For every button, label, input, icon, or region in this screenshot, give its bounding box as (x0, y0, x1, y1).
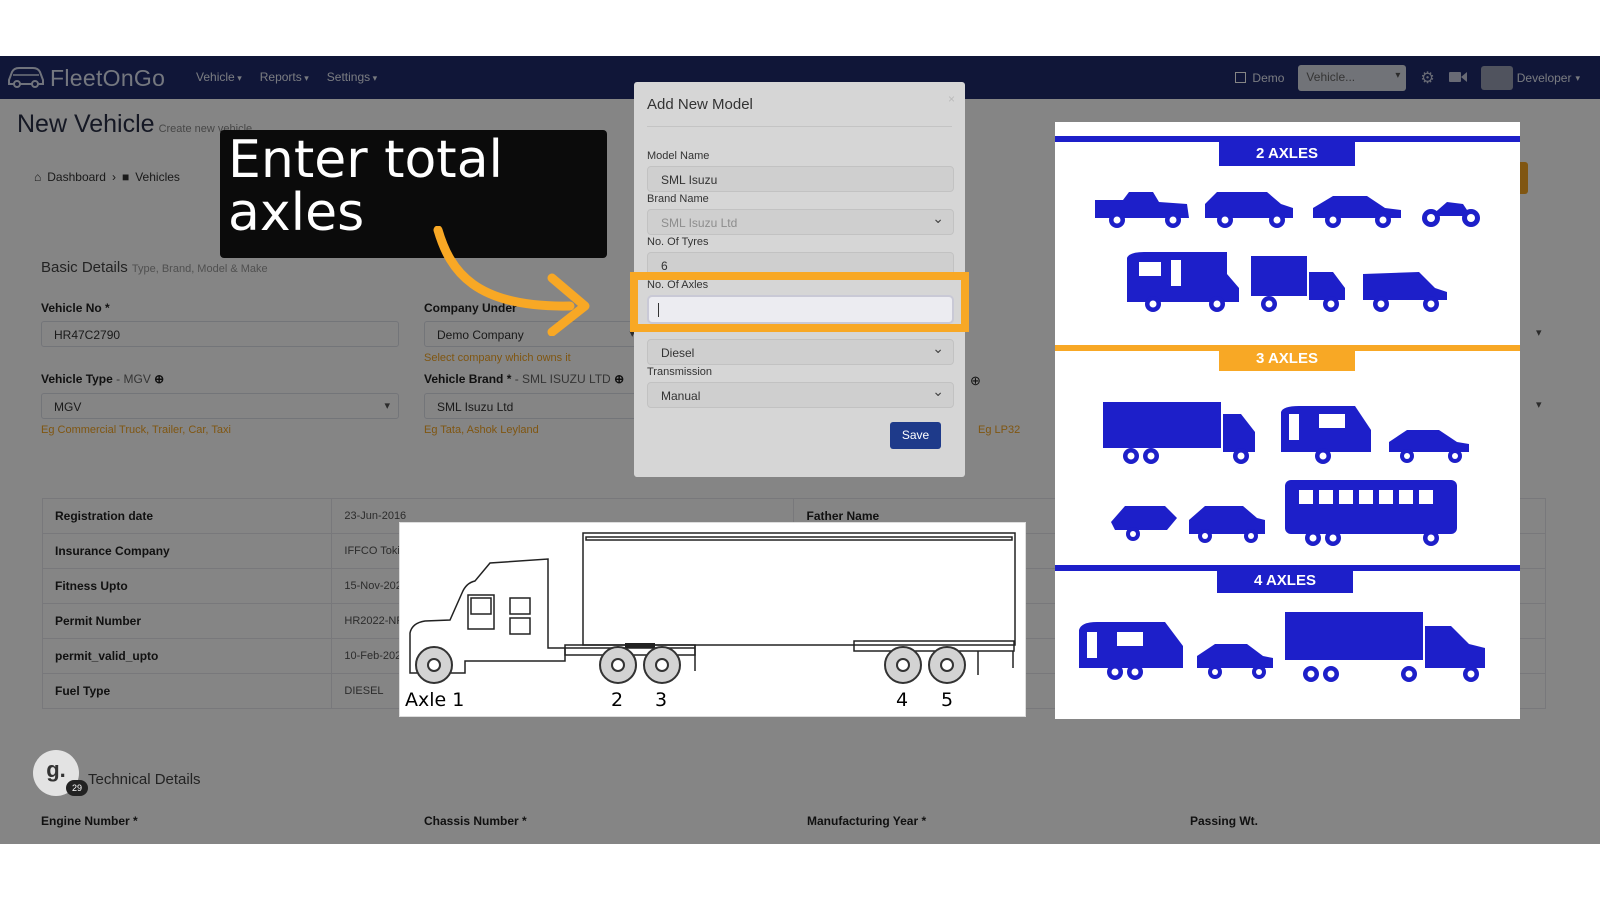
notification-badge: 29 (66, 780, 88, 796)
modal-divider (647, 126, 952, 127)
brand-name-label: Brand Name (647, 193, 709, 205)
axle-1-label: Axle 1 (405, 689, 465, 711)
modal-title: Add New Model (647, 96, 753, 113)
transmission-select[interactable]: Manual (647, 382, 954, 408)
transmission-label: Transmission (647, 366, 712, 378)
axles-highlight-box (630, 272, 969, 332)
model-name-label: Model Name (647, 150, 710, 162)
axle-categories-panel: 2 AXLES 3 AXLES 4 AXLES (1055, 122, 1520, 719)
motorhome-icon (1127, 252, 1239, 312)
save-button[interactable]: Save (890, 422, 941, 449)
sedan-icon (1313, 196, 1401, 228)
axle-3-label: 3 (655, 689, 668, 711)
pointer-arrow-icon (433, 226, 590, 336)
semi-truck-illustration (409, 532, 1016, 684)
tyres-label: No. Of Tyres (647, 236, 709, 248)
axle-4-label: 4 (896, 689, 909, 711)
callout-text: Enter total axles (228, 130, 504, 243)
truck-axle-diagram: Axle 1 2 3 4 5 (399, 522, 1026, 717)
rigid-truck-icon (1103, 402, 1255, 464)
suv-icon (1205, 192, 1293, 228)
close-icon[interactable]: × (948, 92, 955, 106)
caravan-with-car-icon (1079, 622, 1273, 680)
model-name-input[interactable]: SML Isuzu (647, 166, 954, 192)
axle-wheels (415, 646, 966, 684)
semi-trailer-truck-icon (1285, 612, 1485, 682)
brand-name-select[interactable]: SML Isuzu Ltd (647, 209, 954, 235)
caravan-with-car-icon (1281, 406, 1469, 464)
screenshot-stage: FleetOnGo Vehicle Reports Settings Demo … (0, 56, 1600, 844)
vehicle-silhouettes (1079, 192, 1485, 682)
axle-2-label: 2 (611, 689, 624, 711)
fuel-type-select[interactable]: Diesel (647, 339, 954, 365)
van-icon (1363, 272, 1447, 312)
boat-trailer-with-car-icon (1111, 506, 1265, 543)
axle-5-label: 5 (941, 689, 954, 711)
